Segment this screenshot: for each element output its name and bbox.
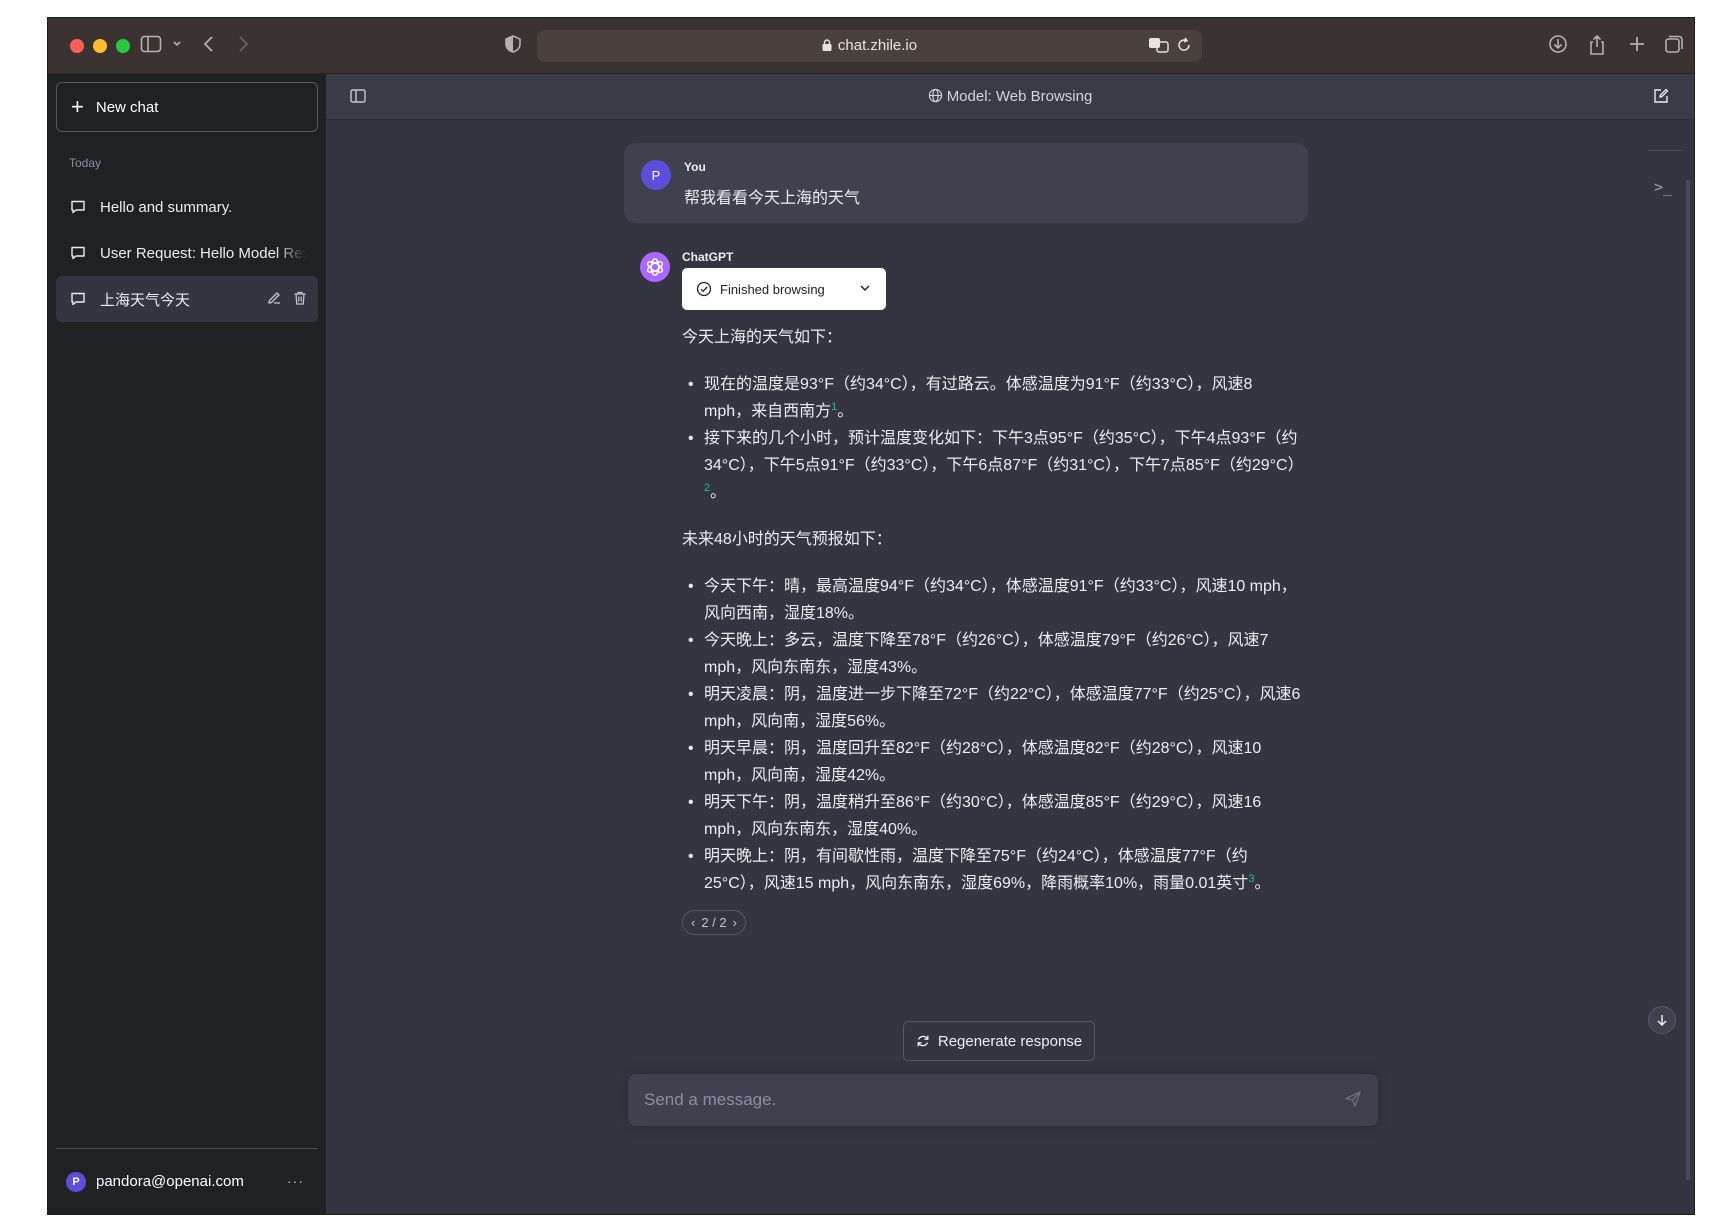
list-item: 接下来的几个小时，预计温度变化如下：下午3点95°F（约35°C），下午4点93… (682, 425, 1304, 506)
terminal-icon[interactable]: >_ (1654, 178, 1672, 196)
check-circle-icon (696, 281, 712, 297)
new-chat-button[interactable]: + New chat (56, 82, 318, 132)
chat-header: Model: Web Browsing (326, 74, 1694, 120)
chat-bubble-icon (71, 200, 85, 214)
forecast-intro: 未来48小时的天气预报如下： (682, 531, 892, 548)
sidebar: + New chat Today Hello and summary. User… (48, 74, 326, 1214)
refresh-icon (917, 1035, 929, 1047)
rail-divider (1648, 150, 1682, 151)
chevron-down-icon (860, 285, 870, 292)
conversation-label: User Request: Hello Model Response (100, 244, 306, 262)
close-window-button[interactable] (70, 39, 84, 53)
globe-icon (928, 88, 942, 103)
avatar: P (641, 160, 671, 190)
assistant-message: 今天上海的天气如下： 现在的温度是93°F（约34°C），有过路云。体感温度为9… (682, 324, 1304, 897)
response-pager: ‹ 2 / 2 › (682, 910, 746, 935)
list-item: 明天下午：阴，温度稍升至86°F（约30°C），体感温度85°F（约29°C），… (682, 789, 1302, 843)
user-message-text: 帮我看看今天上海的天气 (684, 190, 861, 207)
sender-name: You (684, 160, 706, 174)
browser-window: chat.zhile.io + New chat Today Hello and… (48, 18, 1694, 1214)
arrow-down-icon (1657, 1015, 1667, 1027)
prev-response-button[interactable]: ‹ (691, 915, 695, 930)
current-weather-list: 现在的温度是93°F（约34°C），有过路云。体感温度为91°F（约33°C），… (682, 371, 1304, 506)
scrollbar[interactable] (1686, 180, 1690, 1180)
new-tab-icon[interactable] (1628, 34, 1646, 60)
address-bar[interactable]: chat.zhile.io (537, 30, 1202, 62)
conversation-item-active[interactable]: 上海天气今天 (56, 276, 318, 322)
message-input[interactable] (644, 1074, 1304, 1126)
send-icon[interactable] (1344, 1090, 1362, 1108)
list-item: 现在的温度是93°F（约34°C），有过路云。体感温度为91°F（约33°C），… (682, 371, 1302, 425)
sender-name: ChatGPT (682, 250, 734, 264)
browser-toolbar: chat.zhile.io (48, 18, 1694, 74)
chat-bubble-icon (71, 292, 85, 306)
scroll-to-bottom-button[interactable] (1648, 1006, 1676, 1034)
more-options-icon[interactable]: ··· (287, 1173, 304, 1189)
downloads-icon[interactable] (1548, 34, 1568, 60)
next-response-button[interactable]: › (733, 915, 737, 930)
regenerate-label: Regenerate response (937, 1032, 1083, 1050)
conversation-label: Hello and summary. (100, 198, 233, 216)
conversation-label: 上海天气今天 (100, 291, 191, 309)
chevron-down-icon[interactable] (172, 34, 182, 62)
reload-icon[interactable] (1176, 37, 1192, 58)
chat-main: Model: Web Browsing >_ P You 帮我看看今天上海的天气 (326, 74, 1694, 1214)
window-controls (70, 39, 130, 53)
translate-icon[interactable] (1148, 36, 1170, 59)
account-menu[interactable]: P pandora@openai.com ··· (56, 1148, 318, 1214)
account-email: pandora@openai.com (96, 1173, 244, 1190)
plus-icon: + (71, 94, 84, 119)
list-item: 明天早晨：阴，温度回升至82°F（约28°C），体感温度82°F（约28°C），… (682, 735, 1302, 789)
section-label-today: Today (69, 156, 102, 170)
list-item: 今天下午：晴，最高温度94°F（约34°C），体感温度91°F（约33°C），风… (682, 573, 1302, 627)
lock-icon (822, 39, 832, 51)
privacy-shield-icon[interactable] (504, 34, 522, 60)
sidebar-toggle-icon[interactable] (140, 34, 162, 60)
pager-label: 2 / 2 (701, 915, 727, 930)
forecast-list: 今天下午：晴，最高温度94°F（约34°C），体感温度91°F（约33°C），风… (682, 573, 1302, 897)
conversation-item[interactable]: Hello and summary. (56, 184, 318, 230)
share-icon[interactable] (1588, 34, 1606, 62)
chatgpt-logo-icon (640, 252, 670, 282)
browsing-status-label: Finished browsing (720, 281, 825, 297)
chat-bubble-icon (71, 246, 85, 260)
tab-overview-icon[interactable] (1664, 34, 1684, 60)
model-label: Model: Web Browsing (326, 88, 1694, 105)
new-chat-compose-icon[interactable] (1652, 87, 1670, 110)
back-icon[interactable] (202, 34, 216, 60)
minimize-window-button[interactable] (93, 39, 107, 53)
new-chat-label: New chat (95, 98, 159, 116)
list-item: 明天凌晨：阴，温度进一步下降至72°F（约22°C），体感温度77°F（约25°… (682, 681, 1302, 735)
list-item: 今天晚上：多云，温度下降至78°F（约26°C），体感温度79°F（约26°C）… (682, 627, 1302, 681)
right-rail: >_ (1634, 120, 1694, 1214)
regenerate-response-button[interactable]: Regenerate response (903, 1021, 1095, 1061)
list-item: 明天晚上：阴，有间歇性雨，温度下降至75°F（约24°C），体感温度77°F（约… (682, 843, 1302, 897)
conversation-item[interactable]: User Request: Hello Model Response (56, 230, 318, 276)
message-composer (628, 1074, 1378, 1126)
model-name: Model: Web Browsing (946, 88, 1093, 105)
user-message: P You 帮我看看今天上海的天气 (624, 143, 1308, 223)
browsing-status-dropdown[interactable]: Finished browsing (682, 268, 886, 310)
trash-icon[interactable] (292, 290, 308, 306)
edit-icon[interactable] (266, 290, 282, 306)
avatar: P (66, 1171, 86, 1192)
maximize-window-button[interactable] (116, 39, 130, 53)
url-text: chat.zhile.io (837, 37, 918, 54)
answer-intro: 今天上海的天气如下： (682, 329, 843, 346)
forward-icon[interactable] (236, 34, 250, 60)
